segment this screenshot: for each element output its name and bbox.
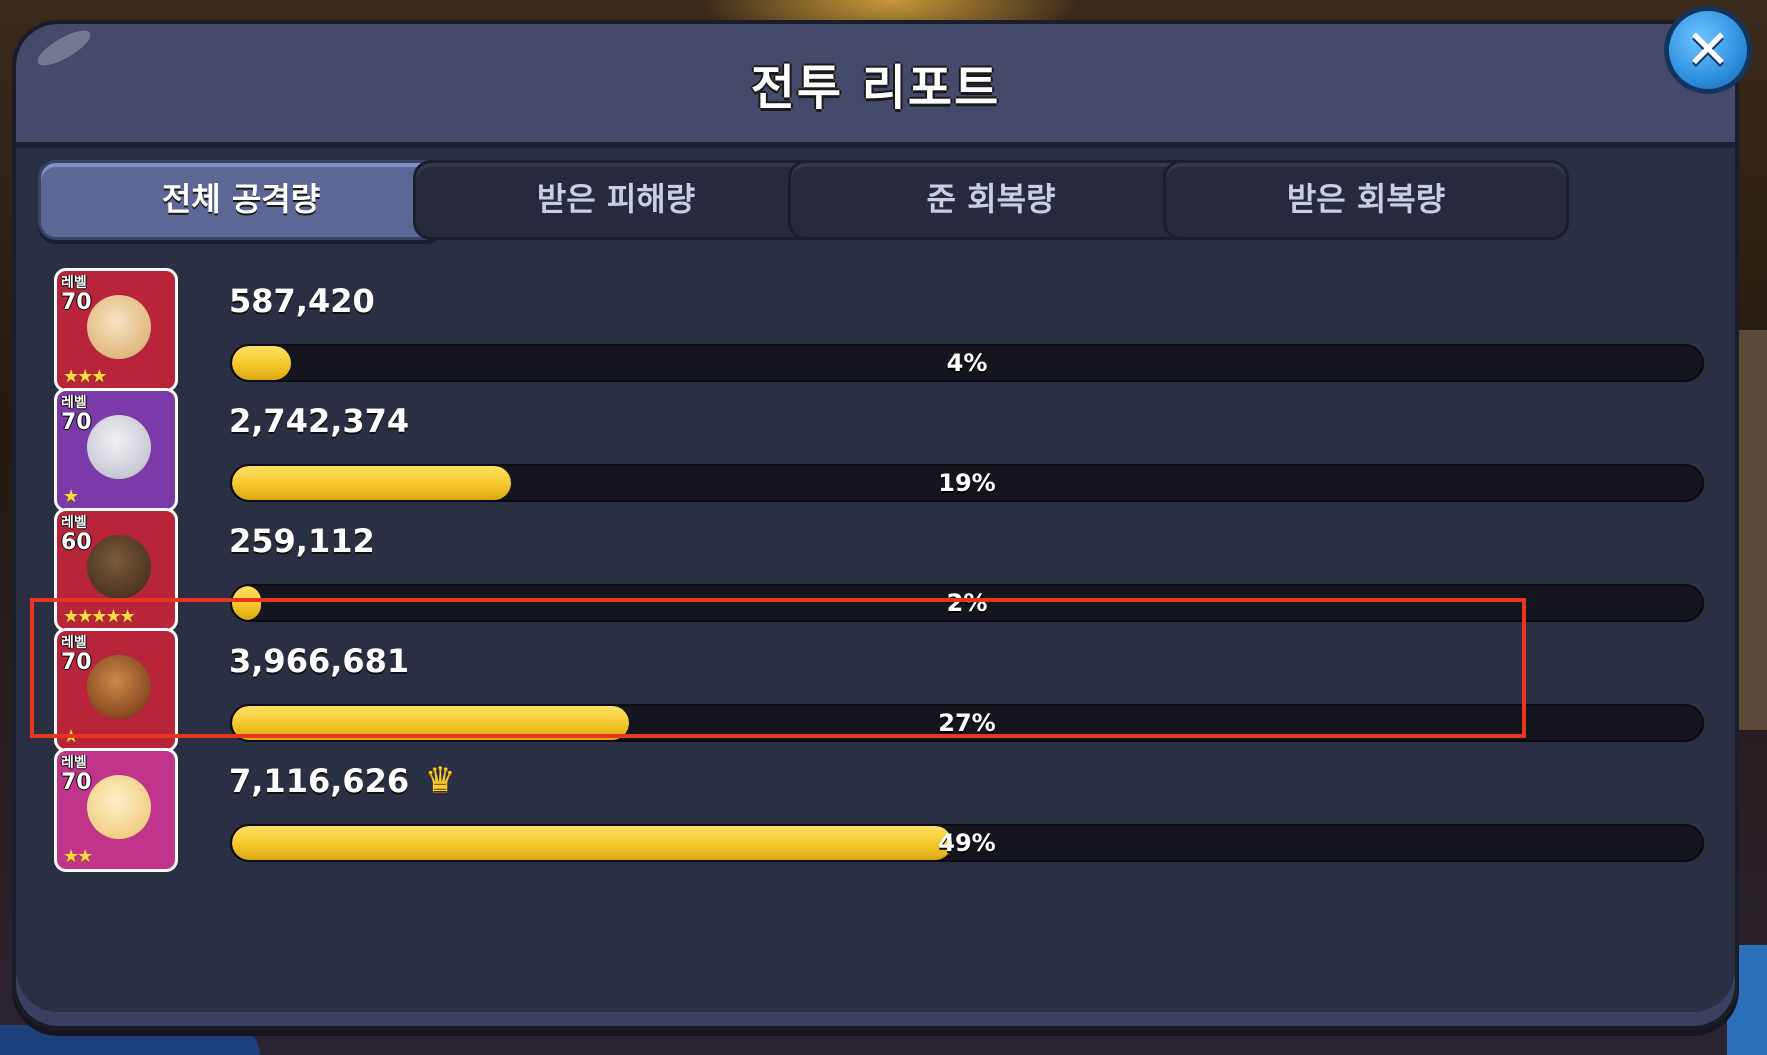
tab-healing-received[interactable]: 받은 회복량 bbox=[1163, 160, 1569, 240]
damage-percent: 2% bbox=[946, 589, 988, 617]
level-label: 레벨 bbox=[61, 395, 87, 411]
damage-bar: 27% bbox=[230, 704, 1704, 742]
portrait-face bbox=[87, 775, 151, 839]
tab-bar: 전체 공격량 받은 피해량 준 회복량 받은 회복량 bbox=[38, 160, 1718, 240]
portrait-face bbox=[87, 295, 151, 359]
portrait-face bbox=[87, 415, 151, 479]
damage-value: 2,742,374 bbox=[229, 402, 410, 440]
portrait-face bbox=[87, 655, 151, 719]
avatar[interactable]: 레벨 70 ★★★ bbox=[54, 268, 178, 392]
level-badge: 레벨 70 bbox=[61, 635, 92, 675]
tab-total-attack[interactable]: 전체 공격량 bbox=[38, 160, 444, 240]
damage-percent: 4% bbox=[946, 349, 988, 377]
level-value: 60 bbox=[61, 530, 92, 555]
report-row: 레벨 70 ★ 3,966,681 27% bbox=[54, 622, 1714, 752]
level-label: 레벨 bbox=[61, 755, 87, 771]
report-row: 레벨 70 ★ 2,742,374 19% bbox=[54, 382, 1714, 512]
panel-header: 전투 리포트 bbox=[16, 24, 1735, 148]
tab-damage-taken[interactable]: 받은 피해량 bbox=[413, 160, 819, 240]
damage-value: 587,420 bbox=[229, 282, 375, 320]
level-badge: 레벨 70 bbox=[61, 395, 92, 435]
report-row: 레벨 70 ★★ 7,116,626 ♛ 49% bbox=[54, 742, 1714, 872]
report-row: 레벨 70 ★★★ 587,420 4% bbox=[54, 262, 1714, 392]
level-badge: 레벨 60 bbox=[61, 515, 92, 555]
avatar[interactable]: 레벨 70 ★ bbox=[54, 388, 178, 512]
damage-value: 259,112 bbox=[229, 522, 375, 560]
star-rating: ★★ bbox=[63, 846, 93, 867]
avatar[interactable]: 레벨 70 ★★ bbox=[54, 748, 178, 872]
level-label: 레벨 bbox=[61, 275, 87, 291]
level-value: 70 bbox=[61, 290, 92, 315]
level-value: 70 bbox=[61, 770, 92, 795]
damage-value: 7,116,626 ♛ bbox=[229, 760, 455, 800]
damage-percent: 19% bbox=[938, 469, 996, 497]
avatar[interactable]: 레벨 70 ★ bbox=[54, 628, 178, 752]
crown-icon: ♛ bbox=[425, 760, 456, 800]
damage-value: 3,966,681 bbox=[229, 642, 410, 680]
level-label: 레벨 bbox=[61, 635, 87, 651]
page-title: 전투 리포트 bbox=[750, 60, 1001, 116]
report-row: 레벨 60 ★★★★★ 259,112 2% bbox=[54, 502, 1714, 632]
avatar[interactable]: 레벨 60 ★★★★★ bbox=[54, 508, 178, 632]
level-label: 레벨 bbox=[61, 515, 87, 531]
damage-bar: 4% bbox=[230, 344, 1704, 382]
portrait-face bbox=[87, 535, 151, 599]
close-icon: ✕ bbox=[1685, 18, 1731, 81]
damage-bar: 49% bbox=[230, 824, 1704, 862]
tab-healing-given[interactable]: 준 회복량 bbox=[788, 160, 1194, 240]
level-value: 70 bbox=[61, 650, 92, 675]
damage-bar: 2% bbox=[230, 584, 1704, 622]
level-badge: 레벨 70 bbox=[61, 275, 92, 315]
damage-value-text: 7,116,626 bbox=[229, 762, 410, 800]
level-value: 70 bbox=[61, 410, 92, 435]
close-button[interactable]: ✕ bbox=[1664, 6, 1752, 94]
battle-report-panel: 전투 리포트 전체 공격량 받은 피해량 준 회복량 받은 회복량 레벨 70 ★… bbox=[12, 20, 1739, 1030]
level-badge: 레벨 70 bbox=[61, 755, 92, 795]
damage-percent: 27% bbox=[938, 709, 996, 737]
damage-bar: 19% bbox=[230, 464, 1704, 502]
damage-percent: 49% bbox=[938, 829, 996, 857]
